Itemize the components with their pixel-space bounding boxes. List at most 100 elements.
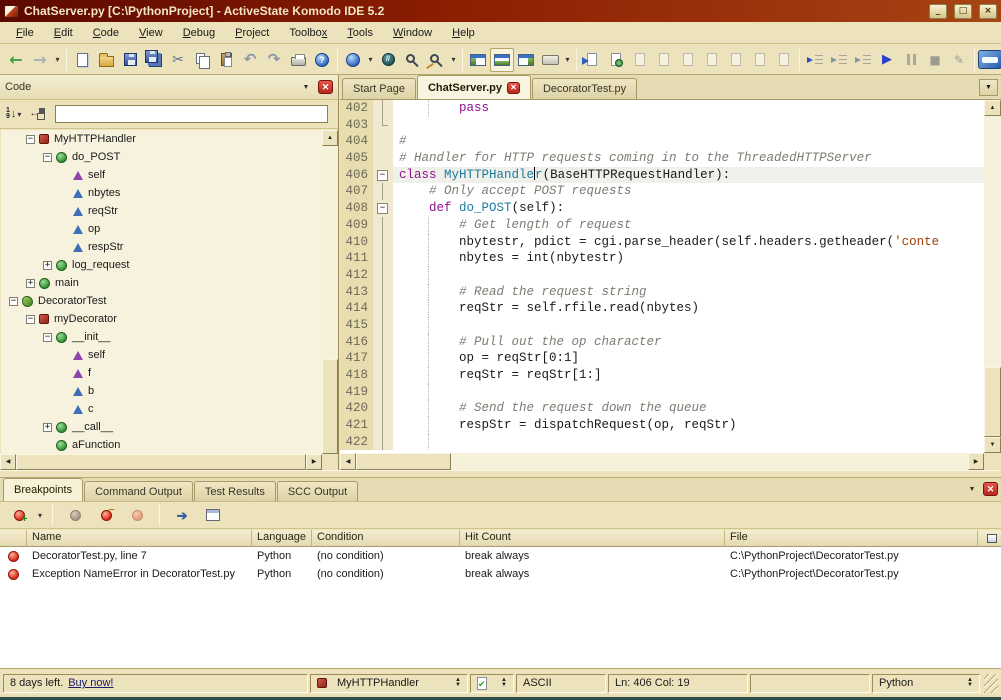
encoding-segment[interactable]: ASCII <box>516 674 606 693</box>
menu-code[interactable]: Code <box>83 24 129 42</box>
stop-icon[interactable]: ■ <box>923 48 947 72</box>
tab-breakpoints[interactable]: Breakpoints <box>3 478 83 501</box>
save-all-icon[interactable] <box>142 48 166 72</box>
tab-chatserver-py[interactable]: ChatServer.py✕ <box>417 75 531 99</box>
menu-edit[interactable]: Edit <box>44 24 83 42</box>
scroll-right-icon[interactable]: ▶ <box>968 453 984 470</box>
tree-item-call[interactable]: +__call__ <box>1 418 322 436</box>
scroll-down-icon[interactable]: ▼ <box>984 437 1001 453</box>
code-line-422[interactable]: 422 <box>340 434 984 451</box>
scroll-up-icon[interactable]: ▲ <box>322 130 338 146</box>
cut-icon[interactable]: ✂ <box>166 48 190 72</box>
step-into-icon[interactable] <box>803 48 827 72</box>
scope-spinner-icon[interactable]: ▲▼ <box>455 678 461 688</box>
fold-collapse-icon[interactable]: − <box>377 170 388 181</box>
scroll-track[interactable] <box>322 146 338 359</box>
find-replace-icon[interactable] <box>424 48 448 72</box>
resize-grip[interactable] <box>984 674 998 693</box>
code-line-402[interactable]: 402 pass <box>340 100 984 117</box>
code-line-409[interactable]: 409 # Get length of request <box>340 217 984 234</box>
breakpoint-properties-icon[interactable] <box>201 503 225 527</box>
code-line-408[interactable]: 408− def do_POST(self): <box>340 200 984 217</box>
code-line-421[interactable]: 421 respStr = dispatchRequest(op, reqStr… <box>340 417 984 434</box>
close-button[interactable]: × <box>979 4 997 19</box>
code-line-414[interactable]: 414 reqStr = self.rfile.read(nbytes) <box>340 300 984 317</box>
tree-item-aFunction[interactable]: aFunction <box>1 436 322 454</box>
code-tree-hscrollbar[interactable]: ◀ ▶ <box>0 454 322 470</box>
expand-icon[interactable]: + <box>43 423 52 432</box>
editor-hscrollbar[interactable]: ◀ ▶ <box>340 453 984 470</box>
tab-list-dropdown-icon[interactable]: ▼ <box>979 79 998 96</box>
code-line-416[interactable]: 416 # Pull out the op character <box>340 334 984 351</box>
tree-item-DecoratorTest[interactable]: −DecoratorTest <box>1 292 322 310</box>
menu-file[interactable]: File <box>6 24 44 42</box>
minimize-button[interactable]: _ <box>929 4 947 19</box>
debug-watch-icon[interactable] <box>724 48 748 72</box>
breakpoint-row[interactable]: Exception NameError in DecoratorTest.pyP… <box>0 565 1001 583</box>
tree-item-c[interactable]: c <box>1 400 322 418</box>
breakpoint-delete-all-icon[interactable] <box>125 503 149 527</box>
scroll-track[interactable] <box>451 453 968 470</box>
breakpoint-add-dropdown-icon[interactable]: ▾ <box>38 511 42 520</box>
column-picker-button[interactable] <box>978 530 1001 546</box>
code-line-418[interactable]: 418 reqStr = reqStr[1:] <box>340 367 984 384</box>
tree-item-doPOST[interactable]: −do_POST <box>1 148 322 166</box>
editor-vscrollbar[interactable]: ▲ ▼ <box>984 100 1001 453</box>
column-header-hit-count[interactable]: Hit Count <box>460 530 725 546</box>
scroll-left-icon[interactable]: ◀ <box>0 454 16 470</box>
syntax-check-segment[interactable]: ▲▼ <box>470 674 514 693</box>
menu-window[interactable]: Window <box>383 24 442 42</box>
code-line-413[interactable]: 413 # Read the request string <box>340 284 984 301</box>
comment-icon[interactable] <box>376 48 400 72</box>
collapse-icon[interactable]: − <box>43 333 52 342</box>
keybinding-dropdown-icon[interactable]: ▾ <box>562 48 573 72</box>
menu-view[interactable]: View <box>129 24 173 42</box>
debug-stop-icon[interactable] <box>652 48 676 72</box>
code-line-404[interactable]: 404# <box>340 133 984 150</box>
tree-item-nbytes[interactable]: nbytes <box>1 184 322 202</box>
find-icon[interactable] <box>400 48 424 72</box>
column-header-icon[interactable] <box>0 530 27 546</box>
menu-tools[interactable]: Tools <box>337 24 383 42</box>
fold-collapse-icon[interactable]: − <box>377 203 388 214</box>
output-pane-dropdown-icon[interactable]: ▼ <box>964 482 980 496</box>
paste-icon[interactable] <box>214 48 238 72</box>
breakpoint-disable-icon[interactable] <box>63 503 87 527</box>
tree-item-myDecorator[interactable]: −myDecorator <box>1 310 322 328</box>
scroll-up-icon[interactable]: ▲ <box>984 100 1001 116</box>
toggle-bottom-pane-icon[interactable] <box>490 48 514 72</box>
collapse-icon[interactable]: − <box>9 297 18 306</box>
horizontal-splitter[interactable] <box>0 470 1001 478</box>
tab-test-results[interactable]: Test Results <box>194 481 276 501</box>
tree-item-f[interactable]: f <box>1 364 322 382</box>
new-file-icon[interactable] <box>70 48 94 72</box>
tree-item-MyHTTPHandler[interactable]: −MyHTTPHandler <box>1 130 322 148</box>
tree-item-self[interactable]: self <box>1 346 322 364</box>
language-spinner-icon[interactable]: ▲▼ <box>967 678 973 688</box>
code-line-417[interactable]: 417 op = reqStr[0:1] <box>340 350 984 367</box>
expand-icon[interactable]: + <box>43 261 52 270</box>
buy-now-link[interactable]: Buy now! <box>68 677 113 689</box>
toggle-left-pane-icon[interactable] <box>466 48 490 72</box>
forward-icon[interactable]: → <box>28 48 52 72</box>
pause-icon[interactable] <box>899 48 923 72</box>
back-icon[interactable]: ← <box>4 48 28 72</box>
tab-close-icon[interactable]: ✕ <box>507 82 520 94</box>
keybinding-icon[interactable] <box>538 48 562 72</box>
step-over-icon[interactable] <box>827 48 851 72</box>
column-header-language[interactable]: Language <box>252 530 312 546</box>
menu-project[interactable]: Project <box>225 24 279 42</box>
column-header-file[interactable]: File <box>725 530 978 546</box>
maximize-button[interactable]: □ <box>954 4 972 19</box>
collapse-icon[interactable]: − <box>43 153 52 162</box>
tab-start-page[interactable]: Start Page <box>342 78 416 99</box>
code-line-410[interactable]: 410 nbytestr, pdict = cgi.parse_header(s… <box>340 234 984 251</box>
debug-new-session-icon[interactable] <box>604 48 628 72</box>
breakpoint-add-icon[interactable] <box>7 503 31 527</box>
code-tree-vscrollbar[interactable]: ▲ <box>322 130 338 454</box>
print-icon[interactable] <box>286 48 310 72</box>
preview-browser-icon[interactable] <box>341 48 365 72</box>
code-line-407[interactable]: 407 # Only accept POST requests <box>340 183 984 200</box>
breakpoint-delete-icon[interactable] <box>94 503 118 527</box>
redo-icon[interactable]: ↷ <box>262 48 286 72</box>
